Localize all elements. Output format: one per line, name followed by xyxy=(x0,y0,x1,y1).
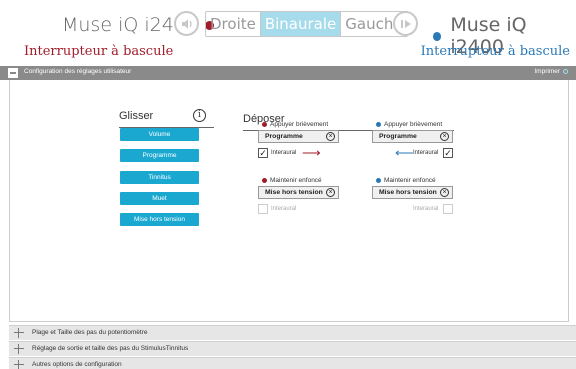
short-press-right-slot[interactable]: Programme × xyxy=(372,130,453,143)
slot-value: Mise hors tension xyxy=(265,189,323,196)
interaural-label-right-disabled: Interaural xyxy=(413,206,439,212)
drag-item-power-off[interactable]: Mise hors tension xyxy=(120,213,199,226)
right-ear-dot xyxy=(433,31,442,41)
right-ear-dot xyxy=(376,122,381,127)
expand-icon[interactable] xyxy=(14,328,24,338)
short-press-label: Appuyer brièvement xyxy=(270,121,329,128)
left-ear-dot xyxy=(262,122,267,127)
remove-icon[interactable]: × xyxy=(326,188,335,197)
print-icon xyxy=(563,69,568,74)
right-ear-dot xyxy=(376,178,381,183)
long-press-label: Maintenir enfoncé xyxy=(270,177,322,184)
drag-item-programme[interactable]: Programme xyxy=(120,149,199,162)
interaural-checkbox-right[interactable]: ✓ xyxy=(443,148,453,158)
arrow-left-icon: ⟵ xyxy=(395,145,414,160)
remove-icon[interactable]: × xyxy=(326,132,335,141)
remove-icon[interactable]: × xyxy=(440,188,449,197)
accordion-title: Plage et Taille des pas du potentiomètre xyxy=(32,329,148,336)
interaural-label-right: Interaural xyxy=(413,150,439,156)
accordion-title: Réglage de sortie et taille des pas du S… xyxy=(32,345,189,352)
print-label: Imprimer xyxy=(534,68,560,75)
accordion-stimulus-tinnitus[interactable]: Réglage de sortie et taille des pas du S… xyxy=(9,341,576,356)
long-press-right-slot[interactable]: Mise hors tension × xyxy=(372,186,453,199)
tab-binaurale[interactable]: Binaurale xyxy=(259,12,341,36)
expand-icon[interactable] xyxy=(14,360,24,369)
slot-value: Programme xyxy=(265,133,303,140)
arrow-right-icon: ⟶ xyxy=(302,145,321,160)
interaural-checkbox-left-disabled[interactable] xyxy=(258,204,268,214)
remove-icon[interactable]: × xyxy=(440,132,449,141)
long-press-label: Maintenir enfoncé xyxy=(384,177,436,184)
accordion-title: Autres options de configuration xyxy=(32,361,122,368)
device-header: Muse iQ i2400 Droite Binaurale Gauche Mu… xyxy=(0,0,576,66)
play-icon xyxy=(400,19,411,28)
right-subtitle: Interrupteur à bascule xyxy=(420,44,570,59)
interaural-checkbox-left[interactable]: ✓ xyxy=(258,148,268,158)
long-press-right-label: Maintenir enfoncé xyxy=(376,177,436,184)
expand-icon[interactable] xyxy=(14,344,24,354)
drag-item-volume[interactable]: Volume xyxy=(120,128,199,141)
accordion-other-options[interactable]: Autres options de configuration xyxy=(9,357,576,369)
speaker-button[interactable] xyxy=(174,11,199,36)
slot-value: Mise hors tension xyxy=(379,189,437,196)
short-press-left-slot[interactable]: Programme × xyxy=(258,130,339,143)
collapse-icon[interactable] xyxy=(8,68,18,78)
interaural-checkbox-right-disabled[interactable] xyxy=(443,204,453,214)
left-ear-dot xyxy=(262,178,267,183)
interaural-label-left-disabled: Interaural xyxy=(271,206,297,212)
info-icon[interactable]: i xyxy=(193,109,206,122)
tab-droite[interactable]: Droite xyxy=(206,12,260,36)
accordion-potentiometer[interactable]: Plage et Taille des pas du potentiomètre xyxy=(9,325,576,340)
section-title: Configuration des réglages utilisateur xyxy=(24,68,132,75)
section-bar[interactable]: Configuration des réglages utilisateur I… xyxy=(0,66,576,80)
long-press-left-label: Maintenir enfoncé xyxy=(262,177,322,184)
print-button[interactable]: Imprimer xyxy=(534,68,568,75)
side-selector[interactable]: Droite Binaurale Gauche xyxy=(205,11,408,37)
short-press-label: Appuyer brièvement xyxy=(384,121,443,128)
long-press-left-slot[interactable]: Mise hors tension × xyxy=(258,186,339,199)
drag-item-muet[interactable]: Muet xyxy=(120,192,199,205)
drag-item-tinnitus[interactable]: Tinnitus xyxy=(120,171,199,184)
short-press-left-label: Appuyer brièvement xyxy=(262,121,328,128)
short-press-right-label: Appuyer brièvement xyxy=(376,121,442,128)
play-button[interactable] xyxy=(393,11,418,36)
drag-title: Glisser xyxy=(119,110,154,122)
left-subtitle: Interrupteur à bascule xyxy=(24,44,174,59)
config-panel xyxy=(9,80,569,322)
slot-value: Programme xyxy=(379,133,417,140)
speaker-icon xyxy=(181,18,192,29)
interaural-label-left: Interaural xyxy=(271,150,297,156)
